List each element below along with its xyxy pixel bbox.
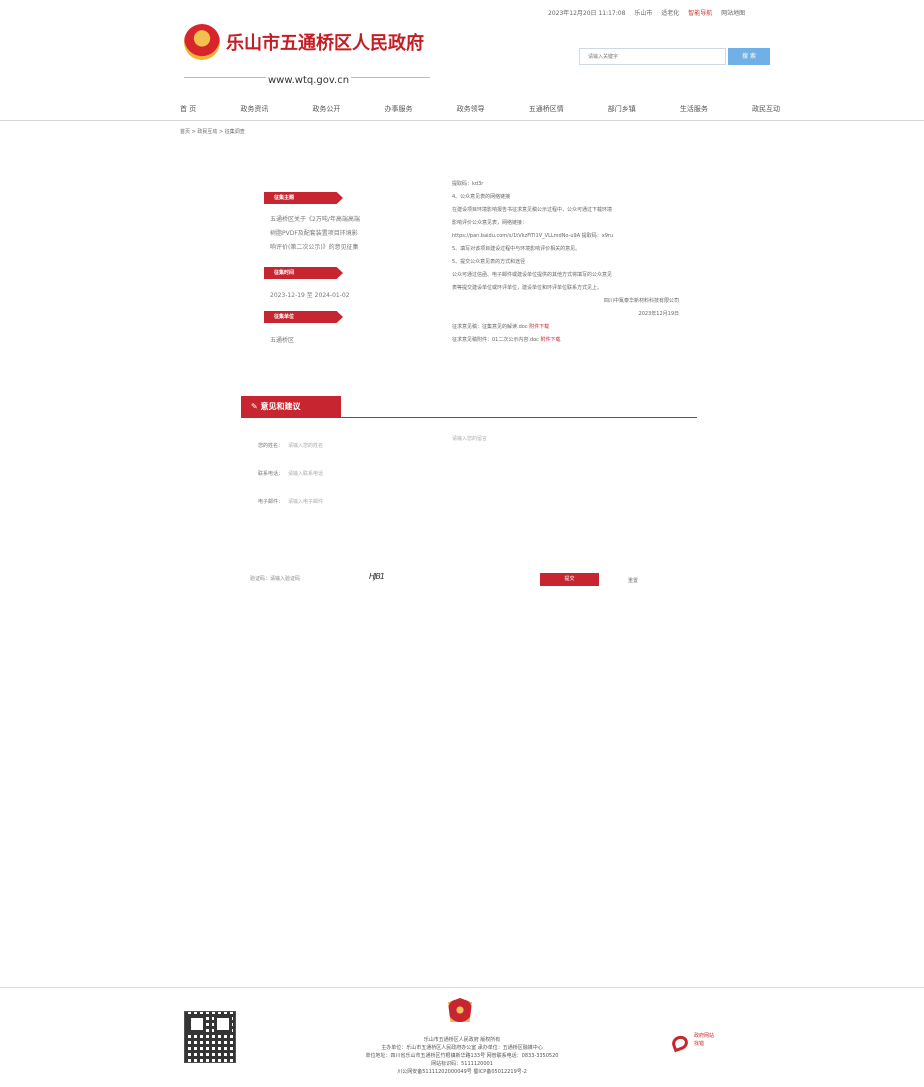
topic-label: 征集主题 <box>264 192 343 204</box>
search-input[interactable]: 请输入关键字 <box>579 48 726 65</box>
accessibility-link[interactable]: 智能导航 <box>688 10 712 17</box>
captcha-input[interactable]: 验证码：请输入验证码 <box>250 575 300 582</box>
name-label: 您的姓名： <box>258 443 284 449</box>
footer-icp[interactable]: 川公网安备51111202000049号 蜀ICP备05012219号-2 <box>306 1068 618 1076</box>
name-field[interactable]: 您的姓名： 请输入您的姓名 <box>258 442 323 449</box>
elderly-mode-link[interactable]: 适老化 <box>661 10 679 17</box>
attachment-2-title: 征求意见稿附件：01二次公示内容.doc <box>452 337 539 343</box>
top-utility-bar: 2023年12月20日 11:17:08 乐山市 适老化 智能导航 网站地图 <box>548 8 752 17</box>
captcha-image[interactable]: HJB1 <box>369 572 385 581</box>
nav-services[interactable]: 办事服务 <box>385 104 413 114</box>
notice-line: 影响评价公众意见表，网络链接： <box>452 220 528 226</box>
sitemap-link[interactable]: 网站地图 <box>721 10 745 17</box>
phone-label: 联系电话： <box>258 471 284 477</box>
name-input[interactable]: 请输入您的姓名 <box>288 443 323 449</box>
phone-input[interactable]: 请输入联系电话 <box>288 471 323 477</box>
nav-government-disclosure[interactable]: 政务公开 <box>312 104 340 114</box>
phone-field[interactable]: 联系电话： 请输入联系电话 <box>258 470 323 477</box>
notice-date: 2023年12月19日 <box>638 311 679 317</box>
unit-value: 五通桥区 <box>270 337 295 344</box>
unit-label: 征集单位 <box>264 311 343 323</box>
notice-line: 在建设项目环境影响报告书征求意见稿公示过程中，公众可通过下载环境 <box>452 207 613 213</box>
footer-site-id: 网站标识码：5111120001 <box>431 1061 493 1067</box>
time-value: 2023-12-19 至 2024-01-02 <box>270 292 350 299</box>
notice-line: 公众可通过信函、电子邮件或建设单位提供的其他方式将填写的公众意见 <box>452 272 613 278</box>
gov-badge-text: 政府网站 找错 <box>694 1032 714 1048</box>
date-time: 2023年12月20日 11:17:08 <box>548 10 626 17</box>
attachment-2: 征求意见稿附件：01二次公示内容.doc 附件下载 <box>452 334 679 347</box>
attachment-1: 征求意见稿：征集意见的解读.doc 附件下载 <box>452 321 679 334</box>
email-label: 电子邮件： <box>258 499 284 505</box>
email-input[interactable]: 请输入电子邮件 <box>288 499 323 505</box>
topic-content: 五通桥区关于《2万吨/年高端高端 树脂PVDF及配套装置项目环境影 响评价(第二… <box>270 213 418 255</box>
nav-district-profile[interactable]: 五通桥区情 <box>529 104 564 114</box>
message-input[interactable]: 请输入您的留言 <box>452 435 487 442</box>
reset-button[interactable]: 重置 <box>628 577 638 584</box>
breadcrumb[interactable]: 首页 > 政民互动 > 征集调查 <box>180 128 245 135</box>
notice-line: 表等提交建设单位或环评单位，建设单位和环评单位联系方式见上。 <box>452 285 603 291</box>
advice-title-text: 意见和建议 <box>260 402 301 411</box>
gov-badge-line-1: 政府网站 <box>694 1033 715 1039</box>
footer-divider <box>0 987 924 988</box>
footer-info: 乐山市五通桥区人民政府 版权所有 主办单位：乐山市五通桥区人民政府办公室 承办单… <box>306 1036 618 1076</box>
topic-line: 树脂PVDF及配套装置项目环境影 <box>270 230 358 237</box>
edit-icon: ✎ <box>251 402 261 411</box>
notice-line: 提取码：kd3r <box>452 181 484 187</box>
gov-error-report-badge[interactable]: 政府网站 找错 <box>670 1032 724 1053</box>
nav-government-news[interactable]: 政务资讯 <box>240 104 268 114</box>
advice-divider <box>241 417 697 418</box>
attachment-2-download-link[interactable]: 附件下载 <box>541 337 561 343</box>
weather-location: 乐山市 <box>634 10 653 17</box>
footer-copyright: 乐山市五通桥区人民政府 版权所有 <box>423 1037 501 1043</box>
navigation-divider <box>0 120 924 121</box>
nav-leadership[interactable]: 政务领导 <box>457 104 485 114</box>
attachment-1-download-link[interactable]: 附件下载 <box>529 324 549 330</box>
national-emblem-icon <box>184 24 220 60</box>
nav-life-services[interactable]: 生活服务 <box>680 104 708 114</box>
notice-line: 4、公众意见表的网络链接 <box>452 194 511 200</box>
notice-content: 提取码：kd3r 4、公众意见表的网络链接 在建设项目环境影响报告书征求意见稿公… <box>452 178 679 347</box>
notice-line: 5、提交公众意见表的方式和途径 <box>452 259 526 265</box>
notice-line: 5、填写对该项目建设过程中与环境影响评价相关的意见。 <box>452 246 581 252</box>
site-title: 乐山市五通桥区人民政府 <box>226 33 424 54</box>
submit-button[interactable]: 提交 <box>540 573 599 586</box>
footer-sponsor: 主办单位：乐山市五通桥区人民政府办公室 承办单位：五通桥区融媒中心 <box>381 1045 543 1051</box>
topic-line: 响评价(第二次公示)》的意见征集 <box>270 244 359 251</box>
qr-code <box>184 1011 236 1063</box>
nav-public-interaction[interactable]: 政民互动 <box>752 104 780 114</box>
footer-address: 单位地址：四川省乐山市五通桥区竹根镇新华路133号 网管联系电话：0833-33… <box>365 1053 559 1059</box>
search-button[interactable]: 搜 索 <box>728 48 770 65</box>
footer-emblem-icon <box>448 998 472 1022</box>
main-navigation: 首 页 政务资讯 政务公开 办事服务 政务领导 五通桥区情 部门乡镇 生活服务 … <box>180 104 780 114</box>
email-field[interactable]: 电子邮件： 请输入电子邮件 <box>258 498 323 505</box>
attachment-1-title: 征求意见稿：征集意见的解读.doc <box>452 324 528 330</box>
time-label: 征集时间 <box>264 267 343 279</box>
government-site-mark-icon <box>670 1033 690 1053</box>
site-domain: www.wtq.gov.cn <box>266 75 352 86</box>
nav-home[interactable]: 首 页 <box>180 104 196 114</box>
notice-line[interactable]: https://pan.baidu.com/s/1tVkzFiTl1V_VLLm… <box>452 230 679 243</box>
gov-badge-line-2: 找错 <box>694 1041 705 1047</box>
advice-section-title: ✎ 意见和建议 <box>241 396 341 418</box>
company-signature: 四川中氟泰华新材料科技有限公司 <box>603 298 679 304</box>
topic-line: 五通桥区关于《2万吨/年高端高端 <box>270 216 360 223</box>
nav-departments-towns[interactable]: 部门乡镇 <box>608 104 636 114</box>
site-logo[interactable]: 乐山市五通桥区人民政府 <box>184 24 424 60</box>
